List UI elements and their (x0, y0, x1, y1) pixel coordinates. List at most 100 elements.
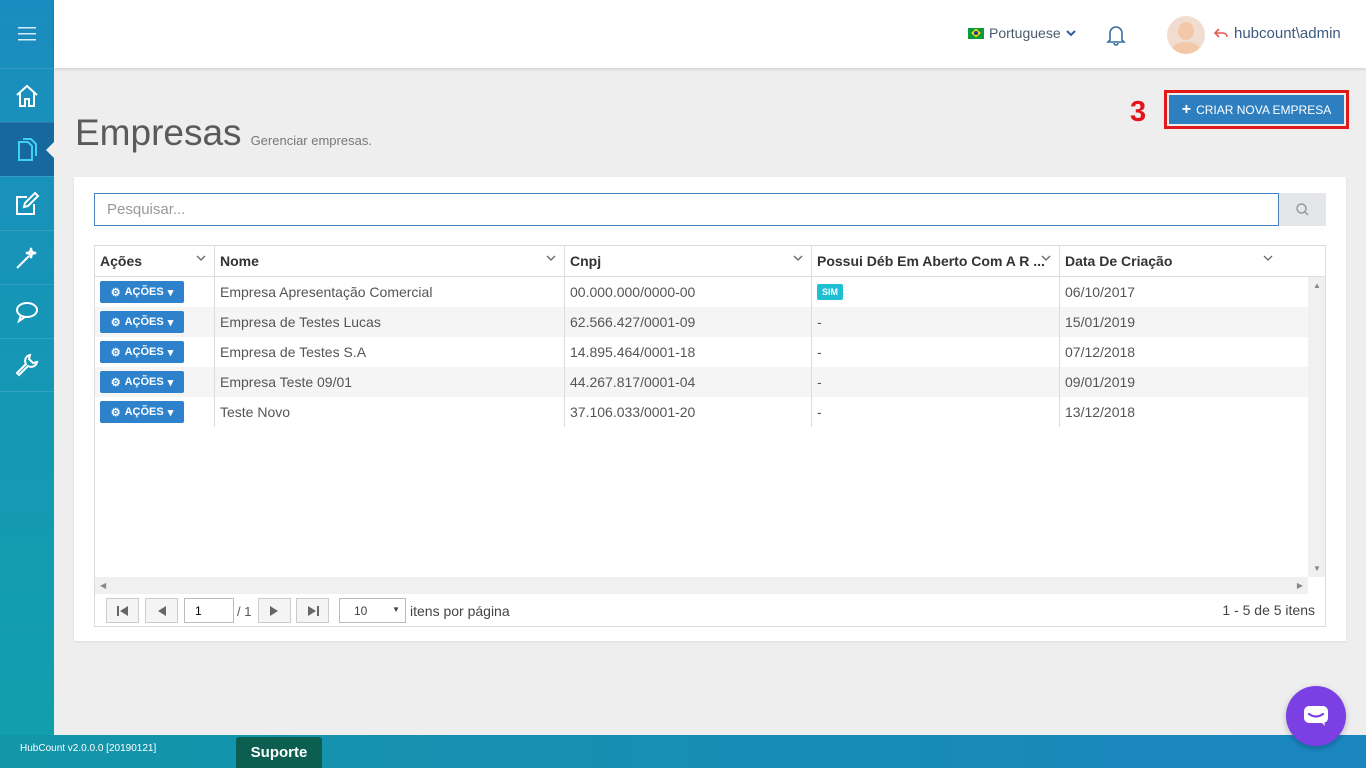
notifications-button[interactable] (1106, 24, 1126, 51)
chevron-down-icon[interactable] (1263, 255, 1273, 262)
status-badge: SIM (817, 284, 844, 300)
chat-launcher-button[interactable] (1286, 686, 1346, 746)
search-icon (1296, 203, 1309, 216)
user-menu[interactable]: hubcount\admin (1214, 25, 1341, 42)
page-header: Empresas Gerenciar empresas. (75, 112, 372, 154)
hamburger-icon (18, 27, 36, 41)
support-button[interactable]: Suporte (236, 737, 322, 768)
debt-cell: - (812, 307, 1060, 337)
date-cell: 07/12/2018 (1065, 344, 1136, 360)
actions-label: AÇÕES (124, 406, 164, 418)
column-label: Cnpj (570, 253, 602, 269)
date-cell: 15/01/2019 (1065, 314, 1136, 330)
actions-cell: ⚙ AÇÕES ▾ (95, 307, 215, 337)
top-header: Portuguese hubcount\admin (54, 0, 1366, 68)
edit-icon (16, 191, 40, 215)
menu-toggle[interactable] (0, 0, 54, 68)
sidebar-item-home[interactable] (0, 68, 54, 122)
date-cell: 06/10/2017 (1065, 284, 1136, 300)
sidebar-item-empresas[interactable] (0, 122, 54, 176)
actions-label: AÇÕES (124, 316, 164, 328)
first-page-button[interactable] (106, 598, 139, 623)
column-label: Possui Déb Em Aberto Com A R ... (817, 253, 1045, 269)
last-page-button[interactable] (296, 598, 329, 623)
sidebar-item-edit[interactable] (0, 176, 54, 230)
column-header-acoes[interactable]: Ações (95, 246, 215, 276)
scroll-right-icon[interactable]: ▶ (1297, 581, 1303, 590)
previous-page-button[interactable] (145, 598, 178, 623)
actions-cell: ⚙ AÇÕES ▾ (95, 397, 215, 427)
next-icon (270, 605, 278, 616)
speech-bubble-icon (16, 301, 38, 323)
sidebar (0, 0, 54, 735)
actions-label: AÇÕES (124, 346, 164, 358)
chevron-down-icon[interactable] (1041, 255, 1051, 262)
companies-grid: Ações Nome Cnpj Possui Déb Em Aberto Com… (94, 245, 1326, 627)
avatar[interactable] (1167, 16, 1205, 54)
sidebar-item-magic[interactable] (0, 230, 54, 284)
actions-button[interactable]: ⚙ AÇÕES ▾ (100, 311, 184, 333)
horizontal-scrollbar[interactable]: ◀ ▶ (95, 577, 1308, 594)
sidebar-item-chat[interactable] (0, 284, 54, 338)
cnpj-cell: 44.267.817/0001-04 (565, 367, 812, 397)
chevron-down-icon[interactable] (793, 255, 803, 262)
caret-down-icon: ▾ (167, 376, 174, 389)
scroll-left-icon[interactable]: ◀ (100, 581, 106, 590)
vertical-scrollbar[interactable]: ▲ ▼ (1308, 277, 1325, 577)
column-header-data[interactable]: Data De Criação (1060, 246, 1325, 276)
caret-down-icon: ▾ (167, 316, 174, 329)
table-row: ⚙ AÇÕES ▾ Empresa Apresentação Comercial… (95, 277, 1308, 307)
search-input[interactable] (94, 193, 1279, 226)
cnpj-cell: 14.895.464/0001-18 (565, 337, 812, 367)
column-header-debito[interactable]: Possui Déb Em Aberto Com A R ... (812, 246, 1060, 276)
dropdown-caret-icon: ▼ (392, 605, 400, 614)
cnpj-cell: 62.566.427/0001-09 (565, 307, 812, 337)
name-cell: Empresa de Testes Lucas (215, 307, 565, 337)
gear-icon: ⚙ (110, 376, 121, 389)
chevron-down-icon (1065, 29, 1076, 36)
scroll-down-icon[interactable]: ▼ (1313, 564, 1321, 573)
table-row: ⚙ AÇÕES ▾ Empresa de Testes S.A 14.895.4… (95, 337, 1308, 367)
companies-panel: Ações Nome Cnpj Possui Déb Em Aberto Com… (74, 177, 1346, 641)
step-number: 3 (1130, 96, 1147, 128)
create-company-button[interactable]: + CRIAR NOVA EMPRESA (1169, 95, 1344, 124)
page-count: / 1 (237, 604, 252, 619)
name-cell: Teste Novo (215, 397, 565, 427)
column-header-nome[interactable]: Nome (215, 246, 565, 276)
next-page-button[interactable] (258, 598, 291, 623)
caret-down-icon: ▾ (167, 346, 174, 359)
actions-cell: ⚙ AÇÕES ▾ (95, 277, 215, 307)
page-title: Empresas (75, 112, 242, 153)
column-header-cnpj[interactable]: Cnpj (565, 246, 812, 276)
language-selector[interactable]: Portuguese (968, 25, 1076, 41)
name-cell: Empresa de Testes S.A (215, 337, 565, 367)
impersonate-icon (1214, 28, 1228, 38)
chevron-down-icon[interactable] (546, 255, 556, 262)
actions-button[interactable]: ⚙ AÇÕES ▾ (100, 371, 184, 393)
actions-button[interactable]: ⚙ AÇÕES ▾ (100, 281, 184, 303)
actions-cell: ⚙ AÇÕES ▾ (95, 337, 215, 367)
actions-label: AÇÕES (124, 376, 164, 388)
date-cell: 13/12/2018 (1065, 404, 1136, 420)
scroll-up-icon[interactable]: ▲ (1313, 281, 1321, 290)
create-button-label: CRIAR NOVA EMPRESA (1196, 102, 1332, 117)
gear-icon: ⚙ (110, 316, 121, 329)
actions-button[interactable]: ⚙ AÇÕES ▾ (100, 401, 184, 423)
page-number-input[interactable] (184, 598, 234, 623)
page-size-select[interactable]: 10 ▼ (339, 598, 406, 623)
gear-icon: ⚙ (110, 406, 121, 419)
actions-button[interactable]: ⚙ AÇÕES ▾ (100, 341, 184, 363)
chevron-down-icon[interactable] (196, 255, 206, 262)
username: hubcount\admin (1234, 25, 1341, 42)
actions-cell: ⚙ AÇÕES ▾ (95, 367, 215, 397)
search-button[interactable] (1279, 193, 1326, 226)
home-icon (16, 84, 38, 107)
table-row: ⚙ AÇÕES ▾ Empresa de Testes Lucas 62.566… (95, 307, 1308, 337)
sidebar-item-tools[interactable] (0, 338, 54, 392)
debt-cell: SIM (812, 277, 1060, 307)
bell-icon (1106, 26, 1126, 46)
page-size-value: 10 (354, 603, 368, 618)
actions-label: AÇÕES (124, 286, 164, 298)
cnpj-cell: 37.106.033/0001-20 (565, 397, 812, 427)
brazil-flag-icon (968, 27, 984, 39)
